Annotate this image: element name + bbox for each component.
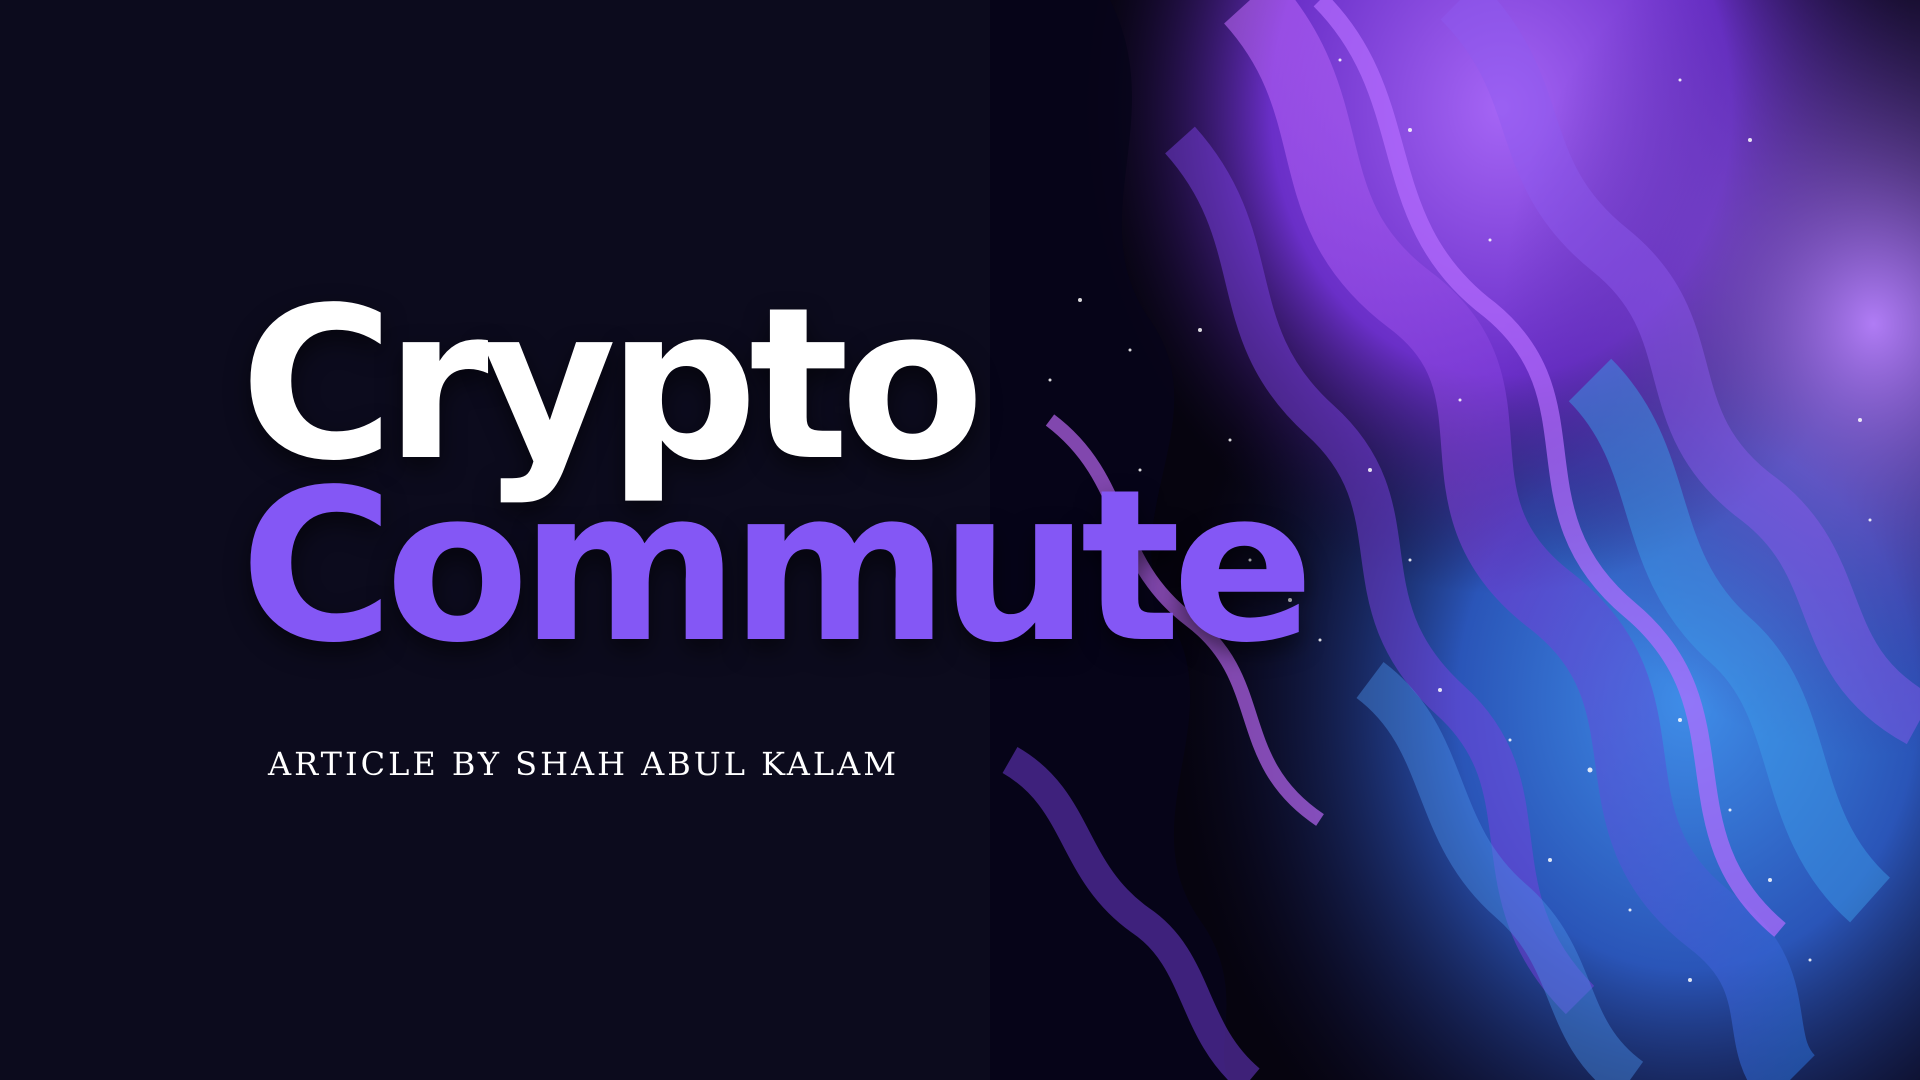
cover-title: Crypto Commute — [240, 280, 1314, 689]
title-line-commute: Commute — [240, 444, 1314, 689]
author-byline: ARTICLE BY SHAH ABUL KALAM — [268, 745, 900, 783]
article-cover: Crypto Commute ARTICLE BY SHAH ABUL KALA… — [0, 0, 1920, 1080]
